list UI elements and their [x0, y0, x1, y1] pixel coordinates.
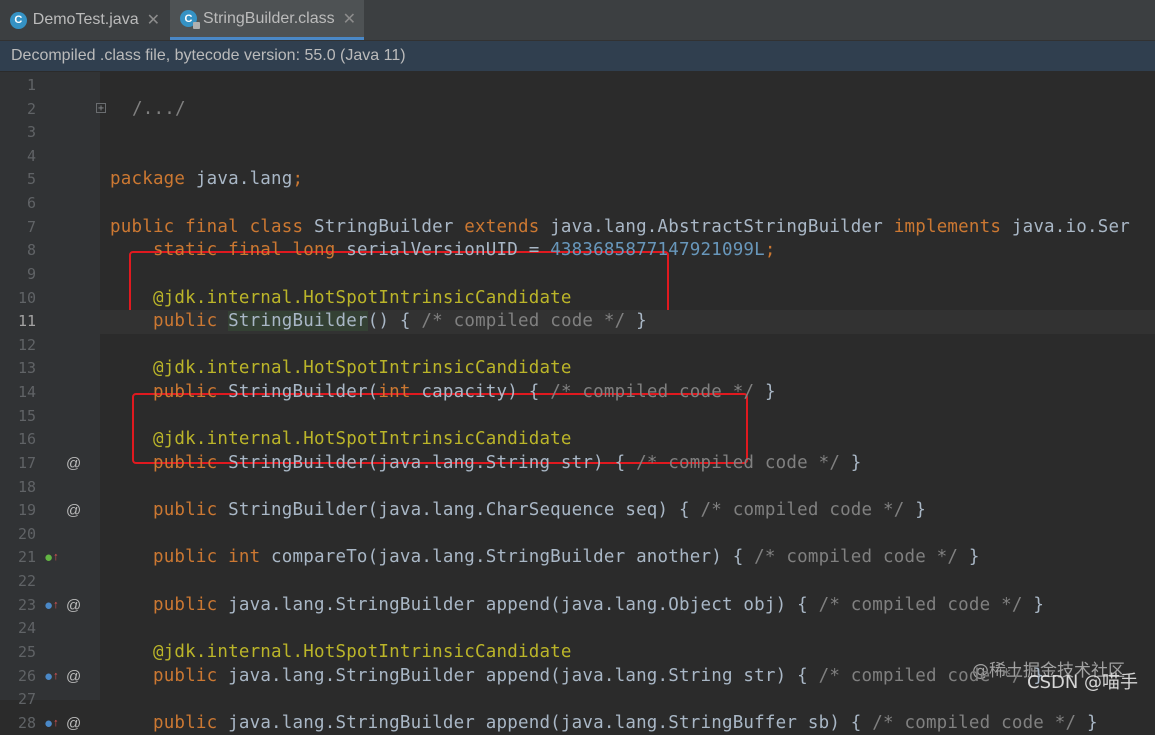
line-number: 26	[17, 666, 36, 685]
code-line[interactable]: public StringBuilder(java.lang.CharSeque…	[110, 499, 926, 523]
code-line[interactable]: /.../	[110, 98, 186, 122]
annotation-at-icon[interactable]: @	[66, 452, 81, 476]
line-number: 3	[26, 123, 36, 142]
line-number: 14	[17, 383, 36, 402]
line-number: 24	[17, 619, 36, 638]
line-number: 6	[26, 194, 36, 213]
line-number: 11	[17, 312, 36, 331]
line-number: 10	[17, 288, 36, 307]
line-number: 28	[17, 713, 36, 732]
line-number: 22	[17, 572, 36, 591]
annotation-at-icon[interactable]: @	[66, 712, 81, 735]
code-line[interactable]: public int compareTo(java.lang.StringBui…	[110, 546, 980, 570]
java-class-icon: C	[10, 11, 27, 29]
line-number: 25	[17, 642, 36, 661]
line-number: 19	[17, 501, 36, 520]
override-method-icon[interactable]: ●↑	[44, 594, 59, 618]
line-number: 17	[17, 453, 36, 472]
tab-label: DemoTest.java	[32, 11, 139, 28]
line-number: 13	[17, 359, 36, 378]
decompiled-notice-banner: Decompiled .class file, bytecode version…	[0, 41, 1155, 71]
tab-stringbuilder-class[interactable]: C StringBuilder.class ✕	[170, 0, 364, 40]
code-line[interactable]: @jdk.internal.HotSpotIntrinsicCandidate	[110, 428, 572, 452]
fold-toggle-icon[interactable]: +	[96, 103, 106, 114]
code-line[interactable]: public java.lang.StringBuilder append(ja…	[110, 665, 1044, 689]
override-method-icon[interactable]: ●↑	[44, 665, 59, 689]
line-number: 9	[26, 264, 36, 283]
line-number: 7	[26, 217, 36, 236]
close-icon[interactable]: ✕	[147, 10, 160, 30]
line-number: 4	[26, 146, 36, 165]
line-number: 12	[17, 335, 36, 354]
code-line[interactable]: public final class StringBuilder extends…	[110, 216, 1130, 240]
code-line[interactable]: @jdk.internal.HotSpotIntrinsicCandidate	[110, 357, 572, 381]
line-number: 2	[26, 99, 36, 118]
line-number: 8	[26, 241, 36, 260]
annotation-at-icon[interactable]: @	[66, 665, 81, 689]
decompiled-notice-text: Decompiled .class file, bytecode version…	[11, 47, 406, 64]
implements-method-icon[interactable]: ●↑	[44, 546, 59, 570]
code-line[interactable]: @jdk.internal.HotSpotIntrinsicCandidate	[110, 287, 572, 311]
annotation-at-icon[interactable]: @	[66, 594, 81, 618]
code-line[interactable]: public StringBuilder(java.lang.String st…	[110, 452, 862, 476]
code-line[interactable]: public StringBuilder(int capacity) { /* …	[110, 381, 776, 405]
tab-demotest-java[interactable]: C DemoTest.java ✕	[0, 0, 168, 40]
line-number: 1	[26, 76, 36, 94]
line-number: 15	[17, 406, 36, 425]
line-number: 21	[17, 548, 36, 567]
line-number: 20	[17, 524, 36, 543]
line-number: 5	[26, 170, 36, 189]
override-method-icon[interactable]: ●↑	[44, 712, 59, 735]
line-number: 16	[17, 430, 36, 449]
code-line[interactable]: package java.lang;	[110, 168, 303, 192]
compiled-class-icon: C	[180, 10, 200, 29]
annotation-at-icon[interactable]: @	[66, 499, 81, 523]
code-line[interactable]: @jdk.internal.HotSpotIntrinsicCandidate	[110, 641, 572, 665]
line-number: 18	[17, 477, 36, 496]
close-icon[interactable]: ✕	[343, 9, 356, 29]
code-line[interactable]: public java.lang.StringBuilder append(ja…	[110, 594, 1044, 618]
code-line[interactable]: static final long serialVersionUID = 438…	[110, 239, 776, 263]
code-line[interactable]: public StringBuilder() { /* compiled cod…	[110, 310, 647, 334]
editor-tab-bar: C DemoTest.java ✕ C StringBuilder.class …	[0, 0, 1155, 41]
tab-label: StringBuilder.class	[202, 9, 335, 27]
code-line[interactable]: public java.lang.StringBuilder append(ja…	[110, 712, 1098, 735]
line-number: 23	[17, 595, 36, 614]
